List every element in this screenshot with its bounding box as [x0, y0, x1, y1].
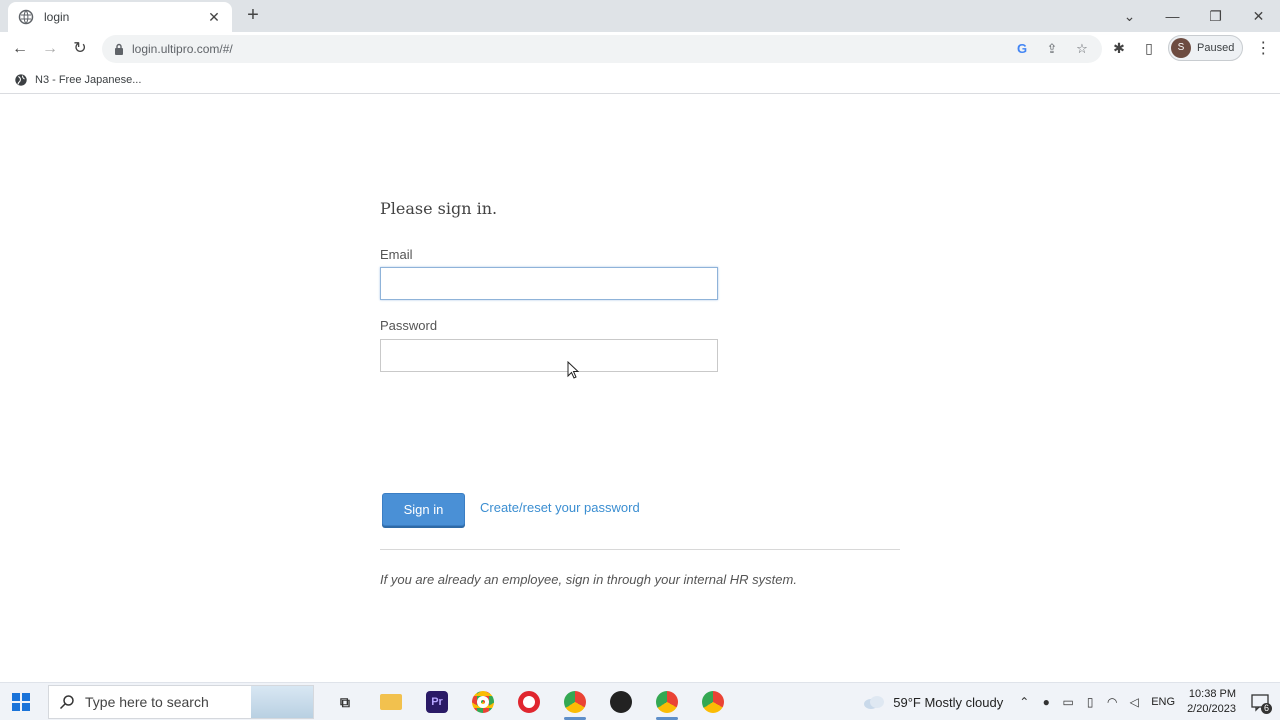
opera-button[interactable]	[506, 683, 552, 720]
window-controls: ⌄ — ❐ ✕	[1108, 0, 1280, 32]
globe-icon	[15, 73, 27, 86]
search-placeholder: Type here to search	[85, 694, 209, 710]
chrome-other-button[interactable]	[690, 683, 736, 720]
search-highlight-image	[251, 686, 313, 718]
password-field[interactable]	[380, 339, 718, 372]
browser-tab[interactable]: login ✕	[8, 2, 232, 32]
microphone-icon[interactable]: ●	[1039, 695, 1053, 709]
wifi-icon[interactable]: ◠	[1105, 695, 1119, 709]
cloud-icon	[864, 696, 885, 709]
chevron-up-icon[interactable]: ⌃	[1017, 695, 1031, 709]
minimize-button[interactable]: —	[1151, 8, 1194, 24]
search-icon	[59, 695, 74, 710]
page-title: Please sign in.	[380, 199, 498, 218]
address-bar[interactable]: login.ultipro.com/#/ G ⇪ ☆	[102, 35, 1102, 63]
browser-tab-bar: login ✕ + ⌄ — ❐ ✕	[0, 0, 1280, 32]
back-button[interactable]: ←	[10, 39, 30, 59]
tab-search-icon[interactable]: ⌄	[1108, 8, 1151, 25]
notification-count: 6	[1261, 703, 1272, 714]
language-indicator[interactable]: ENG	[1151, 696, 1175, 708]
close-tab-icon[interactable]: ✕	[206, 9, 222, 26]
divider	[380, 549, 900, 550]
battery-icon[interactable]: ▯	[1083, 695, 1097, 709]
email-label: Email	[380, 247, 413, 262]
sign-in-button[interactable]: Sign in	[382, 493, 465, 526]
page-content: Please sign in. Email Password Sign in C…	[0, 95, 1280, 679]
chrome-icon	[702, 691, 724, 713]
volume-icon[interactable]: ◁	[1127, 695, 1141, 709]
url-text: login.ultipro.com/#/	[132, 42, 233, 56]
task-view-button[interactable]: ⧉	[322, 683, 368, 720]
profile-status: Paused	[1197, 42, 1235, 54]
browser-toolbar: ← → ↻ login.ultipro.com/#/ G ⇪ ☆ ✱ ▯ S P…	[0, 32, 1280, 66]
bookmark-star-icon[interactable]: ☆	[1072, 39, 1092, 59]
chrome-icon	[656, 691, 678, 713]
opera-icon	[518, 691, 540, 713]
signin-form: Please sign in. Email Password Sign in C…	[380, 199, 900, 587]
system-tray: 59°F Mostly cloudy ⌃ ● ▭ ▯ ◠ ◁ ENG 10:38…	[863, 683, 1280, 720]
mouse-cursor-icon	[567, 361, 579, 379]
obs-button[interactable]	[598, 683, 644, 720]
more-menu-icon[interactable]: ⋮	[1255, 38, 1271, 58]
profile-button[interactable]: S Paused	[1168, 35, 1244, 61]
lock-icon	[115, 43, 123, 55]
weather-widget[interactable]: 59°F Mostly cloudy	[863, 695, 1003, 710]
chrome-window-button[interactable]	[644, 683, 690, 720]
extensions-icon[interactable]: ✱	[1108, 37, 1130, 59]
email-field[interactable]	[380, 267, 718, 300]
chrome-icon	[564, 691, 586, 713]
employee-note: If you are already an employee, sign in …	[380, 572, 797, 587]
chrome-button[interactable]	[460, 683, 506, 720]
bookmarks-bar: N3 - Free Japanese...	[0, 66, 1280, 94]
taskbar-search[interactable]: Type here to search	[48, 685, 314, 719]
close-window-button[interactable]: ✕	[1237, 8, 1280, 25]
side-panel-icon[interactable]: ▯	[1138, 37, 1160, 59]
usb-icon[interactable]: ▭	[1061, 695, 1075, 709]
share-icon[interactable]: ⇪	[1042, 39, 1062, 59]
task-view-icon: ⧉	[340, 694, 350, 710]
password-label: Password	[380, 318, 438, 333]
windows-start-icon[interactable]	[12, 693, 30, 711]
clock-time: 10:38 PM	[1188, 688, 1236, 700]
new-tab-button[interactable]: +	[243, 5, 263, 25]
bookmark-item[interactable]: N3 - Free Japanese...	[14, 73, 141, 87]
chrome-profile-button[interactable]	[552, 683, 598, 720]
file-explorer-button[interactable]	[368, 683, 414, 720]
reset-password-link[interactable]: Create/reset your password	[480, 500, 640, 515]
premiere-icon: Pr	[426, 691, 448, 713]
clock-date: 2/20/2023	[1187, 703, 1236, 715]
google-translate-icon[interactable]: G	[1012, 39, 1032, 59]
forward-button[interactable]: →	[40, 39, 60, 59]
weather-text: 59°F Mostly cloudy	[893, 694, 1004, 710]
tab-title: login	[44, 10, 70, 24]
reload-button[interactable]: ↻	[70, 39, 90, 59]
taskbar: Type here to search ⧉ Pr 59°F Mostly clo…	[0, 682, 1280, 720]
folder-icon	[380, 694, 402, 710]
notification-button[interactable]: 6	[1250, 692, 1272, 714]
premiere-button[interactable]: Pr	[414, 683, 460, 720]
clock[interactable]: 10:38 PM 2/20/2023	[1187, 687, 1236, 717]
restore-button[interactable]: ❐	[1194, 8, 1237, 25]
obs-icon	[610, 691, 632, 713]
bookmark-label: N3 - Free Japanese...	[35, 73, 142, 86]
chrome-icon	[472, 691, 494, 713]
globe-icon	[18, 9, 34, 25]
avatar: S	[1171, 38, 1191, 58]
